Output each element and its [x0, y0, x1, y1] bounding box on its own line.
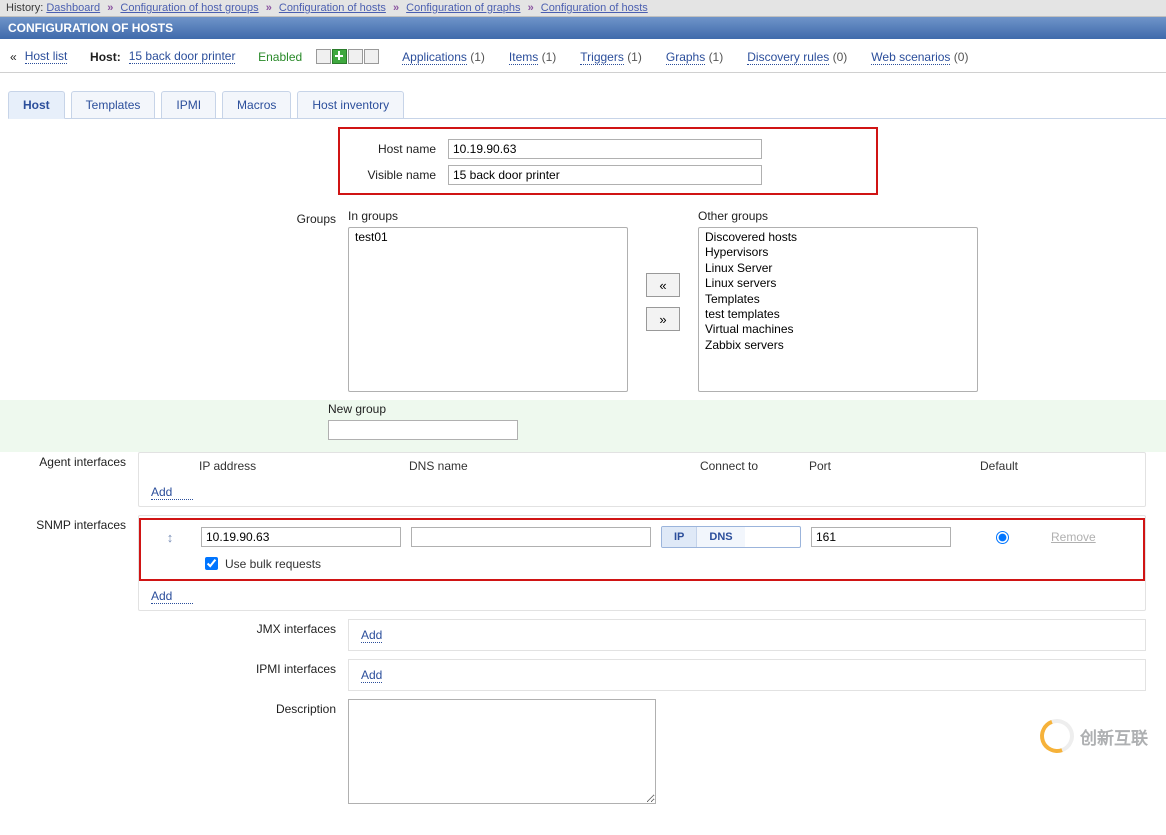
- snmp-ip-input[interactable]: [201, 527, 401, 547]
- agent-interfaces-label: Agent interfaces: [20, 452, 138, 469]
- jmx-add-link[interactable]: Add: [361, 628, 382, 643]
- hostname-label: Host name: [348, 139, 448, 156]
- groups-label: Groups: [20, 209, 348, 226]
- avail-box-3: [348, 49, 363, 64]
- avail-box-1: [316, 49, 331, 64]
- in-groups-select[interactable]: test01: [348, 227, 628, 392]
- bulk-requests-text: Use bulk requests: [225, 557, 321, 571]
- connect-dns-button[interactable]: DNS: [697, 527, 744, 547]
- history-sep: »: [262, 2, 276, 14]
- other-group-option[interactable]: test templates: [703, 307, 973, 322]
- snmp-interface-row: ↕ IP DNS Remove: [141, 520, 1143, 554]
- ipmi-interfaces-label: IPMI interfaces: [20, 659, 348, 676]
- col-dns: DNS name: [409, 459, 649, 473]
- subheader: « Host list Host: 15 back door printer E…: [0, 39, 1166, 73]
- page-title: CONFIGURATION OF HOSTS: [0, 17, 1166, 39]
- newgroup-input[interactable]: [328, 420, 518, 440]
- discovery-link[interactable]: Discovery rules: [747, 50, 829, 65]
- col-connect: Connect to: [659, 459, 799, 473]
- visiblename-input[interactable]: [448, 165, 762, 185]
- history-link-4[interactable]: Configuration of hosts: [541, 2, 648, 14]
- description-label: Description: [20, 699, 348, 716]
- tab-ipmi[interactable]: IPMI: [161, 91, 216, 119]
- tab-host[interactable]: Host: [8, 91, 65, 119]
- history-sep: »: [389, 2, 403, 14]
- agent-add-link[interactable]: Add: [151, 485, 193, 500]
- host-label: Host:: [90, 50, 121, 64]
- discovery-count: (0): [833, 50, 848, 64]
- graphs-count: (1): [709, 50, 724, 64]
- other-group-option[interactable]: Discovered hosts: [703, 230, 973, 245]
- history-label: History:: [6, 2, 43, 14]
- snmp-remove-link[interactable]: Remove: [1051, 530, 1131, 544]
- hostname-input[interactable]: [448, 139, 762, 159]
- applications-count: (1): [470, 50, 485, 64]
- col-ip: IP address: [199, 459, 399, 473]
- items-count: (1): [542, 50, 557, 64]
- applications-link[interactable]: Applications: [402, 50, 467, 65]
- snmp-port-input[interactable]: [811, 527, 951, 547]
- other-group-option[interactable]: Linux Server: [703, 261, 973, 276]
- in-groups-label: In groups: [348, 209, 628, 223]
- tab-templates[interactable]: Templates: [71, 91, 156, 119]
- snmp-highlight: ↕ IP DNS Remove: [139, 518, 1145, 581]
- other-groups-select[interactable]: Discovered hosts Hypervisors Linux Serve…: [698, 227, 978, 392]
- graphs-link[interactable]: Graphs: [666, 50, 705, 65]
- other-group-option[interactable]: Templates: [703, 292, 973, 307]
- back-arrow: «: [10, 50, 17, 64]
- snmp-dns-input[interactable]: [411, 527, 651, 547]
- history-link-3[interactable]: Configuration of graphs: [406, 2, 520, 14]
- other-group-option[interactable]: Zabbix servers: [703, 338, 973, 353]
- availability-indicators: [316, 49, 380, 64]
- move-left-button[interactable]: «: [646, 273, 680, 297]
- other-group-option[interactable]: Linux servers: [703, 276, 973, 291]
- tab-inventory[interactable]: Host inventory: [297, 91, 404, 119]
- jmx-interfaces-label: JMX interfaces: [20, 619, 348, 636]
- triggers-count: (1): [627, 50, 642, 64]
- col-default: Default: [959, 459, 1039, 473]
- other-groups-label: Other groups: [698, 209, 978, 223]
- connect-to-toggle: IP DNS: [661, 526, 801, 548]
- hostname-highlight: Host name Visible name: [338, 127, 878, 195]
- drag-handle-icon[interactable]: ↕: [149, 530, 191, 545]
- web-link[interactable]: Web scenarios: [871, 50, 950, 65]
- history-link-2[interactable]: Configuration of hosts: [279, 2, 386, 14]
- history-sep: »: [103, 2, 117, 14]
- ipmi-add-link[interactable]: Add: [361, 668, 382, 683]
- triggers-link[interactable]: Triggers: [580, 50, 624, 65]
- visiblename-label: Visible name: [348, 165, 448, 182]
- other-group-option[interactable]: Hypervisors: [703, 245, 973, 260]
- newgroup-label: New group: [328, 402, 1166, 416]
- interface-header: IP address DNS name Connect to Port Defa…: [139, 453, 1145, 479]
- history-bar: History: Dashboard » Configuration of ho…: [0, 0, 1166, 17]
- host-list-link[interactable]: Host list: [25, 49, 68, 64]
- bulk-requests-label[interactable]: Use bulk requests: [201, 554, 1135, 573]
- in-group-option[interactable]: test01: [353, 230, 623, 245]
- tab-macros[interactable]: Macros: [222, 91, 291, 119]
- move-right-button[interactable]: »: [646, 307, 680, 331]
- host-status: Enabled: [258, 50, 302, 64]
- col-port: Port: [809, 459, 949, 473]
- other-group-option[interactable]: Virtual machines: [703, 322, 973, 337]
- connect-ip-button[interactable]: IP: [662, 527, 697, 547]
- history-link-0[interactable]: Dashboard: [46, 2, 100, 14]
- host-form: Host name Visible name Groups In gro: [0, 119, 1166, 835]
- description-textarea[interactable]: [348, 699, 656, 804]
- tabs: Host Templates IPMI Macros Host inventor…: [8, 91, 1166, 119]
- web-count: (0): [954, 50, 969, 64]
- snmp-interfaces-label: SNMP interfaces: [20, 515, 138, 532]
- avail-box-4: [364, 49, 379, 64]
- history-sep: »: [524, 2, 538, 14]
- avail-box-snmp: [332, 49, 347, 64]
- new-group-band: New group: [0, 400, 1166, 452]
- snmp-default-radio[interactable]: [996, 531, 1009, 544]
- history-link-1[interactable]: Configuration of host groups: [120, 2, 258, 14]
- host-name-link[interactable]: 15 back door printer: [129, 49, 236, 64]
- bulk-requests-checkbox[interactable]: [205, 557, 218, 570]
- snmp-add-link[interactable]: Add: [151, 589, 193, 604]
- items-link[interactable]: Items: [509, 50, 538, 65]
